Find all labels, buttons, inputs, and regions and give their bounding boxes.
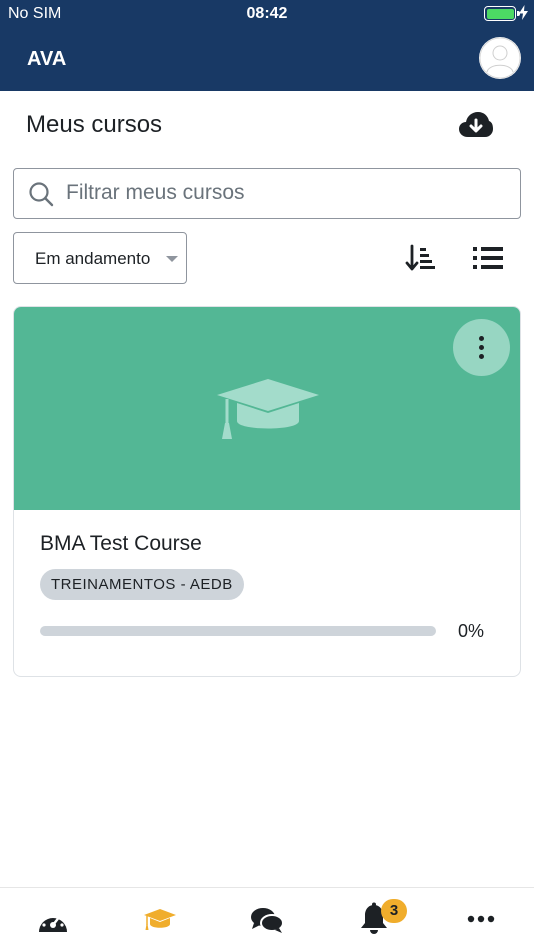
course-filter-select[interactable]: Em andamento <box>13 232 187 284</box>
course-search-box <box>13 168 521 219</box>
tab-messages[interactable] <box>227 888 307 950</box>
list-icon <box>473 247 503 269</box>
app-header: AVA <box>0 28 534 91</box>
tab-my-courses[interactable] <box>120 888 200 950</box>
clock: 08:42 <box>246 5 288 22</box>
cloud-download-icon <box>459 112 493 137</box>
bottom-tab-bar: 3 <box>0 887 534 950</box>
notification-count-badge: 3 <box>381 899 407 923</box>
ellipsis-dot <box>479 345 484 350</box>
search-icon <box>29 182 54 207</box>
caret-down-icon <box>166 256 178 262</box>
sort-amount-icon <box>405 244 435 271</box>
graduation-cap-icon <box>144 909 176 930</box>
ellipsis-vertical-icon <box>479 336 484 341</box>
tab-dashboard[interactable] <box>13 888 93 950</box>
sort-button[interactable] <box>405 243 435 273</box>
download-courses-button[interactable] <box>458 110 494 140</box>
filter-selected-value: Em andamento <box>35 249 151 268</box>
ellipsis-dot <box>479 354 484 359</box>
course-search-input[interactable] <box>66 169 506 217</box>
charging-icon <box>519 5 528 20</box>
user-avatar[interactable] <box>479 37 521 79</box>
course-banner <box>14 307 520 510</box>
course-options-button[interactable] <box>453 319 510 376</box>
tab-more[interactable] <box>441 888 521 950</box>
course-card[interactable]: BMA Test Course TREINAMENTOS - AEDB 0% <box>13 306 521 677</box>
battery-icon <box>484 6 520 21</box>
course-name[interactable]: BMA Test Course <box>40 532 202 556</box>
page-title: Meus cursos <box>26 111 163 138</box>
ellipsis-icon <box>467 915 495 923</box>
graduation-cap-icon <box>217 379 319 439</box>
comments-icon <box>251 908 284 933</box>
gauge-icon <box>39 912 67 932</box>
status-bar: No SIM 08:42 <box>0 0 534 28</box>
app-title: AVA <box>27 48 67 70</box>
view-mode-button[interactable] <box>473 246 503 271</box>
course-progress-bar <box>40 626 436 636</box>
course-category-badge: TREINAMENTOS - AEDB <box>40 569 244 600</box>
user-icon <box>479 37 521 79</box>
course-progress-text: 0% <box>458 621 485 641</box>
